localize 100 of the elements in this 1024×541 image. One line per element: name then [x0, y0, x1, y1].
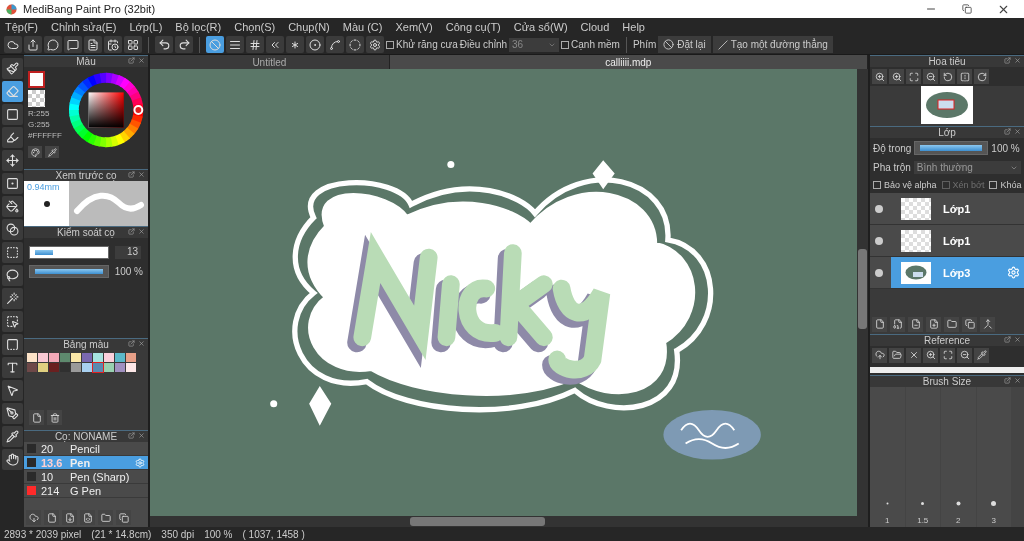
menu-item[interactable]: Help: [622, 20, 645, 33]
palette-swatch[interactable]: [38, 353, 48, 362]
checkbox[interactable]: [386, 40, 394, 49]
settings-icon[interactable]: [366, 36, 384, 53]
undock-icon[interactable]: [1004, 376, 1011, 384]
lasso-icon[interactable]: [1, 265, 23, 286]
hand-icon[interactable]: [1, 449, 23, 470]
palette-swatch[interactable]: [49, 363, 59, 372]
visibility-icon[interactable]: [875, 204, 883, 213]
new-file-icon[interactable]: [872, 316, 887, 332]
brush-icon[interactable]: [1, 58, 23, 79]
snap-icon[interactable]: [226, 36, 244, 53]
dashed-square-icon[interactable]: [1, 242, 23, 263]
palette-swatch[interactable]: [115, 363, 125, 372]
magic-wand-icon[interactable]: [1, 288, 23, 309]
undock-icon[interactable]: [128, 228, 135, 235]
brush-item[interactable]: 20 Pencil: [24, 442, 148, 456]
checkbox[interactable]: [989, 181, 998, 189]
palette-swatch[interactable]: [115, 353, 125, 362]
palette-swatch[interactable]: [27, 363, 37, 372]
snap-icon[interactable]: [266, 36, 284, 53]
menu-item[interactable]: Tệp(F): [5, 20, 38, 33]
palette-swatch[interactable]: [60, 363, 70, 372]
brush-size-cell[interactable]: 3: [976, 386, 1011, 527]
snap-icon[interactable]: [286, 36, 304, 53]
share-icon[interactable]: [24, 36, 42, 53]
opacity-slider[interactable]: [29, 265, 109, 278]
color-swatch[interactable]: [28, 71, 45, 88]
zoom-in-icon[interactable]: [889, 69, 904, 84]
grid-edit-icon[interactable]: [124, 36, 142, 53]
message-icon[interactable]: [64, 36, 82, 53]
zoom-out-icon[interactable]: [923, 69, 938, 84]
pointer-icon[interactable]: [1, 380, 23, 401]
checkbox[interactable]: [873, 181, 881, 189]
size-slider[interactable]: [29, 246, 109, 259]
close-icon[interactable]: [906, 347, 921, 363]
cloud-icon[interactable]: [4, 36, 22, 53]
folder-open-icon[interactable]: [889, 347, 904, 363]
menu-item[interactable]: Xem(V): [395, 20, 433, 33]
folder-icon[interactable]: [944, 316, 959, 332]
menu-item[interactable]: Bộ lọc(R): [175, 20, 222, 33]
undock-icon[interactable]: [1004, 57, 1011, 64]
duplicate-icon[interactable]: [962, 316, 977, 332]
palette-swatch[interactable]: [27, 353, 37, 362]
layer-row[interactable]: Lớp1: [870, 225, 1024, 257]
menu-item[interactable]: Màu (C): [342, 20, 383, 33]
palette-swatch[interactable]: [93, 353, 103, 362]
palette-icon[interactable]: [28, 146, 42, 158]
brush-size-cell[interactable]: 1.5: [905, 386, 940, 527]
layer-opacity-slider[interactable]: [914, 141, 989, 155]
undock-icon[interactable]: [128, 340, 135, 347]
palette-swatch[interactable]: [82, 363, 92, 372]
size-field[interactable]: 13: [115, 246, 141, 259]
zoom-in-icon[interactable]: [923, 347, 938, 363]
palette-swatch[interactable]: [93, 363, 103, 372]
highlighter-icon[interactable]: [1, 127, 23, 148]
chat-icon[interactable]: [44, 36, 62, 53]
layer-item[interactable]: Lớp1: [891, 193, 1024, 224]
redo-icon[interactable]: [175, 36, 193, 53]
undock-icon[interactable]: [1004, 128, 1011, 135]
palette-swatch[interactable]: [126, 363, 136, 372]
menu-item[interactable]: Chỉnh sửa(E): [51, 20, 117, 33]
new-file-icon[interactable]: [44, 510, 59, 525]
knife-icon[interactable]: [1, 403, 23, 424]
palette-swatch[interactable]: [126, 353, 136, 362]
vertical-scrollbar[interactable]: [857, 69, 868, 516]
text-icon[interactable]: [1, 357, 23, 378]
straight-line-button[interactable]: Tạo một đường thẳng: [712, 36, 833, 53]
new-file-icon[interactable]: [29, 410, 44, 425]
brush-size-cell[interactable]: 1: [870, 386, 905, 527]
palette-swatch[interactable]: [60, 353, 70, 362]
duplicate-icon[interactable]: [116, 510, 131, 525]
visibility-icon[interactable]: [875, 236, 883, 245]
move-icon[interactable]: [1, 150, 23, 171]
color-picker-icon[interactable]: [45, 146, 59, 158]
restore-icon[interactable]: [962, 4, 972, 14]
snap-icon[interactable]: [346, 36, 364, 53]
rotate-right-icon[interactable]: [974, 69, 989, 84]
menu-item[interactable]: Chọn(S): [234, 20, 276, 33]
menu-item[interactable]: Chụp(N): [288, 20, 330, 33]
undock-icon[interactable]: [128, 171, 135, 178]
undo-icon[interactable]: [155, 36, 173, 53]
undock-icon[interactable]: [128, 57, 135, 64]
transparent-swatch[interactable]: [28, 90, 45, 107]
snap-icon[interactable]: [246, 36, 264, 53]
brush-item[interactable]: 10 Pen (Sharp): [24, 470, 148, 484]
document-tab[interactable]: Untitled: [150, 55, 390, 69]
trash-icon[interactable]: [47, 410, 62, 425]
reset-button[interactable]: Đặt lại: [658, 36, 711, 53]
color-wheel-drawing[interactable]: [67, 71, 144, 149]
palette-swatch[interactable]: [71, 353, 81, 362]
document-tab[interactable]: calliiii.mdp: [389, 55, 868, 69]
layer-row[interactable]: Lớp1: [870, 193, 1024, 225]
rotate-left-icon[interactable]: [940, 69, 955, 84]
brush-item[interactable]: 214 G Pen: [24, 484, 148, 498]
cloud-upload-icon[interactable]: [872, 347, 887, 363]
visibility-icon[interactable]: [875, 268, 883, 277]
menu-item[interactable]: Cloud: [580, 20, 610, 33]
folder-icon[interactable]: [98, 510, 113, 525]
add-layer-icon[interactable]: [926, 316, 941, 332]
